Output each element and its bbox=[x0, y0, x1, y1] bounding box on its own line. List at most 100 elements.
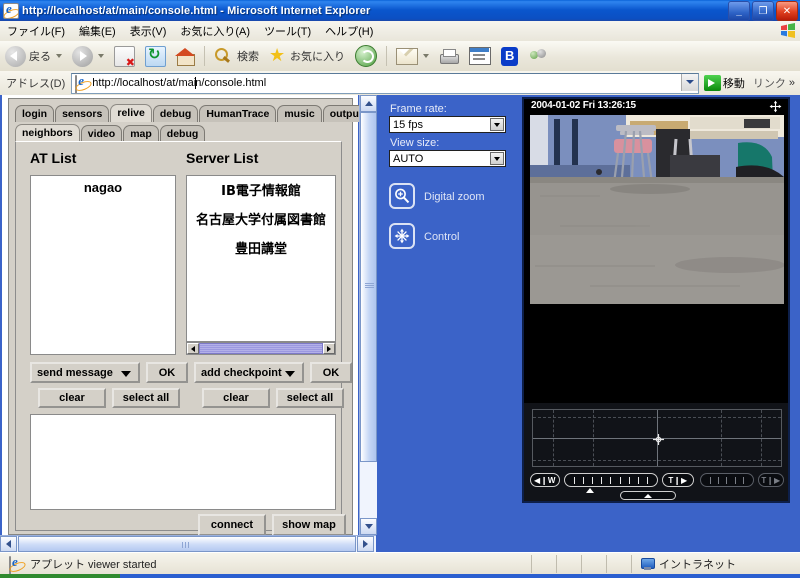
window-controls: _ ❐ ✕ bbox=[728, 1, 798, 21]
edit-button[interactable] bbox=[465, 46, 495, 66]
tab-debug[interactable]: debug bbox=[152, 105, 199, 122]
page-vertical-scrollbar[interactable] bbox=[359, 95, 377, 535]
menu-edit[interactable]: 編集(E) bbox=[72, 21, 123, 41]
security-zone[interactable]: イントラネット bbox=[631, 555, 800, 573]
control-button[interactable] bbox=[389, 223, 415, 249]
magnifier-plus-icon bbox=[395, 188, 410, 204]
add-checkpoint-combo-value: add checkpoint bbox=[201, 366, 282, 379]
mail-button[interactable] bbox=[392, 47, 433, 66]
server-list[interactable]: IB電子情報館 名古屋大学付属図書館 豊田講堂 bbox=[186, 175, 336, 342]
chevron-down-icon[interactable] bbox=[490, 152, 504, 165]
frame-rate-select[interactable]: 15 fps bbox=[389, 116, 506, 133]
scroll-left-icon[interactable] bbox=[187, 343, 199, 354]
hscroll-left-icon[interactable] bbox=[0, 536, 17, 552]
hscroll-track[interactable] bbox=[199, 343, 323, 354]
hscroll-right-icon[interactable] bbox=[357, 536, 374, 552]
tab-humantrace[interactable]: HumanTrace bbox=[199, 105, 277, 122]
pan-tilt-grid[interactable] bbox=[532, 409, 782, 467]
stop-button[interactable] bbox=[110, 45, 139, 69]
menu-tools[interactable]: ツール(T) bbox=[257, 21, 318, 41]
server-list-hscrollbar[interactable] bbox=[186, 342, 336, 355]
tab-login[interactable]: login bbox=[15, 105, 55, 122]
toolbar-overflow-icon[interactable]: » bbox=[789, 77, 800, 89]
refresh-button[interactable] bbox=[141, 45, 170, 68]
subtab-neighbors[interactable]: neighbors bbox=[15, 124, 80, 142]
mail-dropdown-icon[interactable] bbox=[423, 54, 429, 58]
message-textarea[interactable] bbox=[30, 414, 336, 510]
at-list-item[interactable]: nagao bbox=[31, 176, 175, 201]
menu-favorites[interactable]: お気に入り(A) bbox=[173, 21, 257, 41]
minimize-button[interactable]: _ bbox=[728, 1, 750, 21]
messenger-button[interactable] bbox=[524, 46, 552, 66]
status-segment bbox=[606, 555, 631, 573]
hscroll-thumb[interactable] bbox=[199, 343, 323, 354]
forward-dropdown-icon[interactable] bbox=[98, 54, 104, 58]
tab-music[interactable]: music bbox=[277, 105, 322, 122]
edit-page-icon bbox=[469, 47, 491, 65]
zoom-tele-button[interactable]: T❙▶ bbox=[662, 473, 694, 487]
zoom-slider[interactable] bbox=[564, 473, 658, 487]
chevron-down-icon[interactable] bbox=[490, 118, 504, 131]
zoom-slider-thumb[interactable] bbox=[586, 488, 594, 493]
send-message-combo[interactable]: send message bbox=[30, 362, 140, 383]
subtab-map[interactable]: map bbox=[123, 125, 159, 142]
digital-zoom-button[interactable] bbox=[389, 183, 415, 209]
scroll-right-icon[interactable] bbox=[323, 343, 335, 354]
tab-sensors[interactable]: sensors bbox=[55, 105, 110, 122]
menu-view[interactable]: 表示(V) bbox=[123, 21, 174, 41]
zoom-wide-button[interactable]: ◀❙W bbox=[530, 473, 560, 487]
camera-video-feed[interactable] bbox=[530, 115, 784, 304]
show-map-button[interactable]: show map bbox=[272, 514, 346, 536]
tab-relive[interactable]: relive bbox=[110, 104, 152, 122]
history-button[interactable] bbox=[351, 44, 381, 68]
restore-button[interactable]: ❐ bbox=[752, 1, 774, 21]
main-tab-bar: login sensors relive debug HumanTrace mu… bbox=[15, 104, 370, 122]
scroll-down-icon[interactable] bbox=[360, 518, 377, 535]
left-select-all-button[interactable]: select all bbox=[112, 388, 180, 408]
vscroll-thumb[interactable] bbox=[360, 112, 377, 462]
right-ok-button[interactable]: OK bbox=[310, 362, 352, 383]
server-list-item[interactable]: IB電子情報館 bbox=[187, 176, 335, 205]
subtab-debug[interactable]: debug bbox=[159, 125, 206, 142]
title-bar: http://localhost/at/main/console.html - … bbox=[0, 0, 800, 21]
subtab-video[interactable]: video bbox=[80, 125, 123, 142]
menu-file[interactable]: ファイル(F) bbox=[0, 21, 72, 41]
close-button[interactable]: ✕ bbox=[776, 1, 798, 21]
favorites-button[interactable]: ★ お気に入り bbox=[265, 46, 349, 66]
page-icon bbox=[75, 75, 89, 94]
refresh-icon bbox=[145, 45, 166, 67]
address-dropdown-icon[interactable] bbox=[680, 73, 698, 91]
left-clear-button[interactable]: clear bbox=[38, 388, 106, 408]
focus-tele-button[interactable]: T❙▶ bbox=[758, 473, 784, 487]
go-button[interactable]: 移動 bbox=[699, 75, 750, 91]
print-button[interactable] bbox=[435, 47, 463, 66]
search-button[interactable]: 検索 bbox=[210, 46, 263, 66]
bluetooth-button[interactable] bbox=[497, 46, 522, 67]
page-horizontal-scrollbar[interactable] bbox=[0, 535, 376, 552]
add-checkpoint-combo[interactable]: add checkpoint bbox=[194, 362, 304, 383]
frame-rate-value: 15 fps bbox=[393, 118, 423, 131]
forward-button[interactable] bbox=[68, 45, 108, 68]
server-list-item[interactable]: 名古屋大学付属図書館 bbox=[187, 205, 335, 234]
left-ok-button[interactable]: OK bbox=[146, 362, 188, 383]
at-list[interactable]: nagao bbox=[30, 175, 176, 355]
page-hscroll-thumb[interactable] bbox=[18, 536, 356, 552]
address-input[interactable]: http://localhost/at/main/console.html bbox=[71, 72, 699, 94]
back-label: 戻る bbox=[29, 51, 51, 63]
right-clear-button[interactable]: clear bbox=[202, 388, 270, 408]
home-button[interactable] bbox=[172, 46, 199, 67]
server-list-item[interactable]: 豊田講堂 bbox=[187, 234, 335, 263]
view-size-select[interactable]: AUTO bbox=[389, 150, 506, 167]
applet-pane: login sensors relive debug HumanTrace mu… bbox=[2, 95, 370, 542]
right-select-all-button[interactable]: select all bbox=[276, 388, 344, 408]
connect-button[interactable]: connect bbox=[198, 514, 266, 536]
links-label[interactable]: リンク bbox=[750, 75, 789, 91]
move-icon[interactable] bbox=[769, 100, 782, 113]
scroll-up-icon[interactable] bbox=[360, 95, 377, 112]
menu-help[interactable]: ヘルプ(H) bbox=[318, 21, 380, 41]
back-button[interactable]: 戻る bbox=[1, 45, 66, 68]
camera-home-button[interactable] bbox=[620, 491, 676, 500]
back-dropdown-icon[interactable] bbox=[56, 54, 62, 58]
focus-slider[interactable] bbox=[700, 473, 754, 487]
back-arrow-icon bbox=[5, 45, 26, 67]
